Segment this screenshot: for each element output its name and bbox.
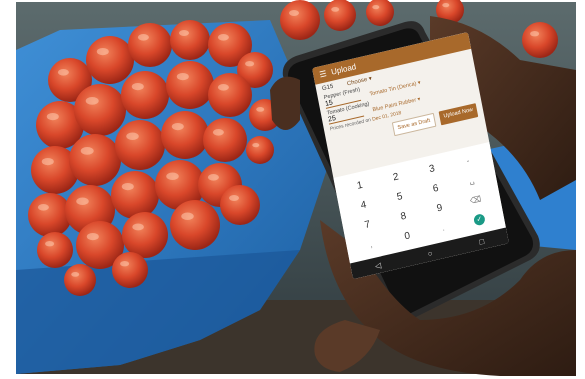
dropdown-arrow-icon: ▾ — [368, 75, 373, 83]
tomato-highlight — [41, 158, 54, 166]
tomato-highlight — [137, 34, 149, 41]
tomato-highlight — [252, 143, 260, 148]
tomato — [111, 171, 159, 219]
recent-apps-icon[interactable]: □ — [478, 236, 484, 246]
tomato-highlight — [229, 195, 239, 201]
tomato — [280, 0, 320, 40]
tomato-highlight — [181, 212, 194, 220]
tomato-highlight — [86, 233, 99, 241]
tomato-highlight — [179, 30, 189, 36]
tomato-highlight — [442, 3, 450, 8]
tomato-highlight — [126, 132, 139, 140]
tomato-highlight — [207, 174, 219, 181]
tomato — [522, 22, 558, 58]
tomato — [166, 61, 214, 109]
tomato — [122, 212, 168, 258]
tomato — [220, 185, 260, 225]
home-icon[interactable]: ○ — [427, 248, 433, 258]
tomato — [74, 84, 126, 136]
tomato-highlight — [176, 73, 189, 81]
tomato — [324, 0, 356, 31]
tomato — [246, 136, 274, 164]
upload-now-button[interactable]: Upload Now — [438, 103, 479, 126]
tomato — [121, 71, 169, 119]
tomato — [86, 36, 134, 84]
tomato — [170, 20, 210, 60]
tomato-highlight — [120, 261, 130, 267]
tomato — [161, 111, 209, 159]
tomato-highlight — [71, 272, 80, 277]
app-title: Upload — [330, 62, 357, 77]
tomato-highlight — [121, 183, 134, 191]
tomato-highlight — [96, 48, 109, 56]
back-icon[interactable]: ◁ — [374, 260, 382, 270]
tomato — [37, 232, 73, 268]
tomato — [112, 252, 148, 288]
tomato-highlight — [132, 223, 144, 231]
tomato — [208, 73, 252, 117]
tomato-highlight — [80, 147, 94, 155]
thumb-left — [270, 76, 300, 130]
tomato-highlight — [530, 31, 540, 37]
tomato — [69, 134, 121, 186]
tomato-highlight — [256, 107, 265, 112]
tomato-highlight — [217, 34, 229, 41]
tomato-highlight — [76, 197, 89, 205]
tomato-highlight — [57, 69, 69, 76]
tomato-highlight — [331, 6, 340, 12]
tomato-highlight — [217, 84, 229, 91]
tomato-highlight — [85, 97, 99, 105]
tomato-highlight — [171, 123, 184, 131]
tomato — [115, 120, 165, 170]
tomato — [128, 23, 172, 67]
tomato-highlight — [131, 83, 144, 91]
tomato-highlight — [289, 10, 299, 16]
tomato — [28, 193, 72, 237]
tomato-highlight — [212, 129, 224, 136]
tomato — [64, 264, 96, 296]
tomato-highlight — [245, 61, 255, 67]
menu-icon[interactable]: ☰ — [319, 68, 328, 78]
tomato-highlight — [45, 241, 55, 247]
tomato-highlight — [166, 172, 179, 180]
tomato-highlight — [37, 204, 49, 211]
tomato — [203, 118, 247, 162]
tomato-highlight — [372, 5, 380, 10]
tomato-highlight — [46, 113, 59, 121]
tomato — [170, 200, 220, 250]
